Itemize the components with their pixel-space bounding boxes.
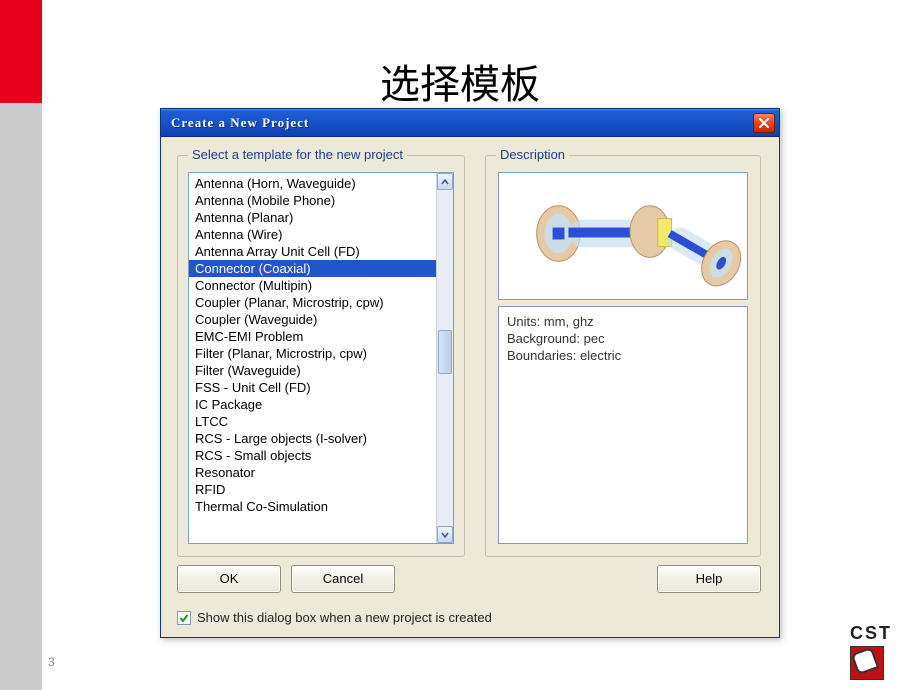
- description-groupbox: Description: [485, 155, 761, 557]
- list-item[interactable]: Antenna (Planar): [189, 209, 436, 226]
- dialog-titlebar: Create a New Project: [161, 109, 779, 137]
- list-item[interactable]: Connector (Coaxial): [189, 260, 436, 277]
- templates-groupbox: Select a template for the new project An…: [177, 155, 465, 557]
- cst-logo-square: [850, 646, 884, 680]
- list-item[interactable]: Thermal Co-Simulation: [189, 498, 436, 515]
- list-item[interactable]: Antenna (Horn, Waveguide): [189, 175, 436, 192]
- ok-button[interactable]: OK: [177, 565, 281, 593]
- list-item[interactable]: RCS - Small objects: [189, 447, 436, 464]
- description-legend: Description: [496, 147, 569, 162]
- list-item[interactable]: RCS - Large objects (I-solver): [189, 430, 436, 447]
- list-item[interactable]: Antenna (Mobile Phone): [189, 192, 436, 209]
- scroll-track[interactable]: [437, 190, 453, 526]
- list-item[interactable]: Filter (Waveguide): [189, 362, 436, 379]
- close-button[interactable]: [753, 113, 775, 133]
- scrollbar[interactable]: [436, 173, 453, 543]
- description-text: Units: mm, ghz Background: pec Boundarie…: [498, 306, 748, 544]
- templates-legend: Select a template for the new project: [188, 147, 407, 162]
- template-preview: [498, 172, 748, 300]
- show-dialog-checkbox[interactable]: [177, 611, 191, 625]
- help-button[interactable]: Help: [657, 565, 761, 593]
- show-dialog-checkbox-row[interactable]: Show this dialog box when a new project …: [177, 610, 492, 625]
- list-item[interactable]: EMC-EMI Problem: [189, 328, 436, 345]
- cst-logo-clip-icon: [851, 647, 879, 675]
- list-item[interactable]: LTCC: [189, 413, 436, 430]
- scroll-up-button[interactable]: [437, 173, 453, 190]
- scroll-down-button[interactable]: [437, 526, 453, 543]
- chevron-down-icon: [441, 532, 449, 538]
- page-title: 选择模板: [0, 52, 920, 110]
- dialog-title: Create a New Project: [171, 115, 309, 131]
- description-boundaries: Boundaries: electric: [507, 347, 739, 364]
- list-item[interactable]: RFID: [189, 481, 436, 498]
- template-list-inner: Antenna (Horn, Waveguide)Antenna (Mobile…: [189, 173, 436, 543]
- cst-logo: CST: [850, 623, 910, 680]
- list-item[interactable]: Filter (Planar, Microstrip, cpw): [189, 345, 436, 362]
- list-item[interactable]: Resonator: [189, 464, 436, 481]
- decorative-grey-block: [0, 103, 42, 690]
- dialog-body: Select a template for the new project An…: [161, 137, 779, 637]
- connector-preview-icon: [499, 173, 747, 299]
- chevron-up-icon: [441, 179, 449, 185]
- list-item[interactable]: Coupler (Waveguide): [189, 311, 436, 328]
- scroll-thumb[interactable]: [438, 330, 452, 374]
- list-item[interactable]: FSS - Unit Cell (FD): [189, 379, 436, 396]
- cst-logo-text: CST: [850, 623, 910, 644]
- list-item[interactable]: IC Package: [189, 396, 436, 413]
- page-number: 3: [48, 655, 55, 669]
- list-item[interactable]: Antenna Array Unit Cell (FD): [189, 243, 436, 260]
- show-dialog-label: Show this dialog box when a new project …: [197, 610, 492, 625]
- cancel-button[interactable]: Cancel: [291, 565, 395, 593]
- list-item[interactable]: Antenna (Wire): [189, 226, 436, 243]
- check-icon: [179, 613, 189, 623]
- list-item[interactable]: Coupler (Planar, Microstrip, cpw): [189, 294, 436, 311]
- close-icon: [759, 118, 769, 128]
- description-background: Background: pec: [507, 330, 739, 347]
- description-units: Units: mm, ghz: [507, 313, 739, 330]
- list-item[interactable]: Connector (Multipin): [189, 277, 436, 294]
- create-project-dialog: Create a New Project Select a template f…: [160, 108, 780, 638]
- template-listbox[interactable]: Antenna (Horn, Waveguide)Antenna (Mobile…: [188, 172, 454, 544]
